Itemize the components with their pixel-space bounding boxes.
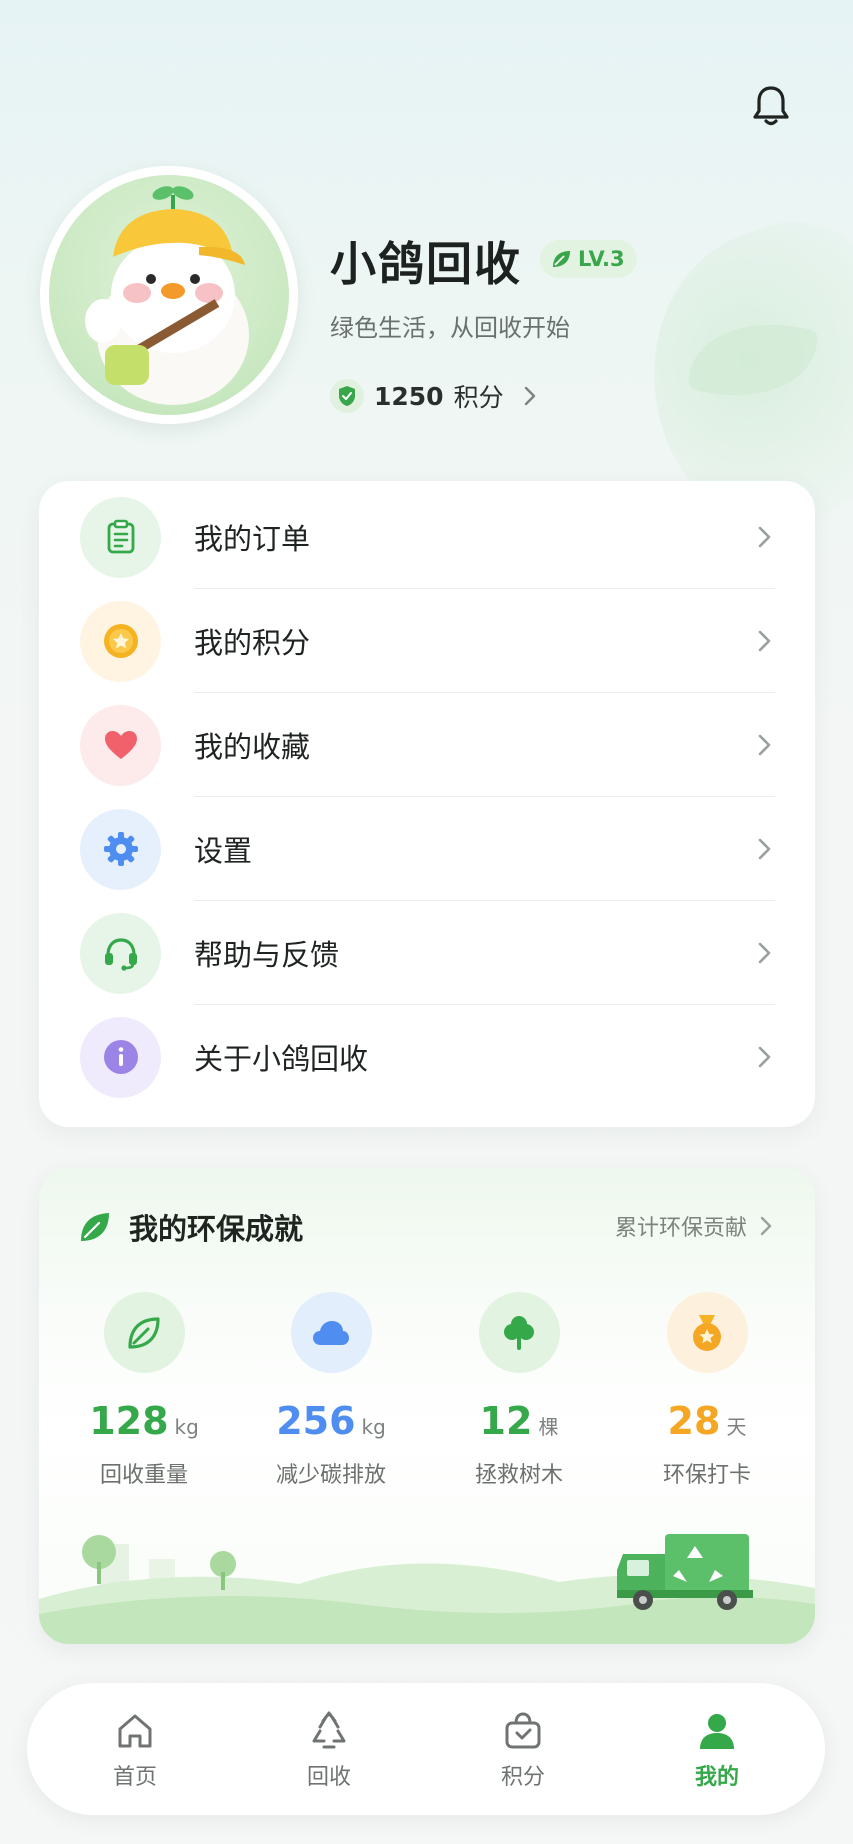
coin-star-icon [80, 600, 161, 682]
landscape-illustration [39, 1534, 815, 1644]
bottom-navigation: 首页 回收 积分 我的 [27, 1683, 825, 1815]
stat-value: 28 [667, 1399, 721, 1443]
chevron-right-icon [758, 1046, 771, 1068]
chevron-right-icon [758, 630, 771, 652]
stat-label: 拯救树木 [474, 1463, 563, 1488]
chevron-right-icon [758, 942, 771, 964]
achievements-title: 我的环保成就 [129, 1212, 304, 1246]
cumulative-contribution-label: 累计环保贡献 [614, 1216, 747, 1241]
menu-item-label: 我的订单 [194, 522, 311, 556]
stat-value: 256 [276, 1399, 356, 1443]
mascot-avatar-image [49, 175, 289, 415]
shield-icon [330, 379, 364, 413]
stat-label: 减少碳排放 [275, 1463, 386, 1488]
notification-button[interactable] [748, 82, 794, 130]
menu-item-label: 帮助与反馈 [194, 938, 340, 972]
gear-icon [80, 808, 161, 890]
leaf-icon [553, 251, 570, 267]
nav-tab-points[interactable]: 积分 [463, 1709, 583, 1791]
stat-label: 回收重量 [99, 1463, 188, 1488]
stat-recycled-weight: 128 kg 回收重量 [64, 1292, 224, 1489]
heart-icon [80, 704, 161, 786]
stat-label: 环保打卡 [662, 1463, 751, 1488]
stat-unit: 天 [726, 1415, 747, 1439]
nav-tab-label: 积分 [500, 1765, 545, 1790]
menu-item-orders[interactable]: 我的订单 [39, 485, 815, 589]
chevron-right-icon [524, 386, 535, 406]
chevron-right-icon [758, 526, 771, 548]
user-icon [657, 1709, 777, 1753]
menu-item-label: 我的积分 [194, 626, 311, 660]
menu-item-help[interactable]: 帮助与反馈 [39, 901, 815, 1005]
nav-tab-recycle[interactable]: 回收 [269, 1709, 389, 1791]
nav-tab-label: 首页 [112, 1765, 157, 1790]
stat-value: 128 [89, 1399, 169, 1443]
leaf-icon [81, 1213, 109, 1241]
profile-name: 小鸽回收 [330, 237, 522, 291]
avatar[interactable] [40, 166, 298, 424]
chevron-right-icon [760, 1216, 772, 1236]
achievements-card: 我的环保成就 累计环保贡献 128 kg 回收重量 256 kg 减少碳排放 1… [39, 1168, 815, 1644]
menu-item-label: 设置 [194, 834, 253, 868]
stat-carbon-reduction: 256 kg 减少碳排放 [251, 1292, 411, 1489]
menu-item-label: 关于小鸽回收 [194, 1042, 369, 1076]
points-summary[interactable]: 1250 积分 [330, 378, 538, 414]
cumulative-contribution-link[interactable]: 累计环保贡献 [615, 1210, 773, 1242]
headset-icon [80, 912, 161, 994]
nav-tab-mine[interactable]: 我的 [657, 1709, 777, 1791]
info-icon [80, 1016, 161, 1098]
chevron-right-icon [758, 734, 771, 756]
shopping-bag-icon [463, 1709, 583, 1753]
stat-unit: kg [174, 1415, 199, 1439]
menu-card: 我的订单 我的积分 我的收藏 设置 帮助与反馈 关于小鸽回收 [39, 481, 815, 1127]
achievements-header: 我的环保成就 [79, 1206, 303, 1248]
nav-tab-label: 我的 [694, 1765, 739, 1790]
level-badge: LV.3 [540, 240, 637, 278]
menu-item-settings[interactable]: 设置 [39, 797, 815, 901]
menu-item-favorites[interactable]: 我的收藏 [39, 693, 815, 797]
stat-unit: kg [361, 1415, 386, 1439]
stat-value: 12 [479, 1399, 533, 1443]
points-unit: 积分 [453, 383, 504, 412]
menu-item-label: 我的收藏 [194, 730, 311, 764]
stat-unit: 棵 [538, 1415, 559, 1439]
menu-item-points[interactable]: 我的积分 [39, 589, 815, 693]
home-icon [75, 1709, 195, 1753]
nav-tab-label: 回收 [306, 1765, 351, 1790]
bell-icon [753, 86, 789, 126]
chevron-right-icon [758, 838, 771, 860]
recycle-icon [269, 1709, 389, 1753]
clipboard-icon [80, 496, 161, 578]
profile-motto: 绿色生活，从回收开始 [330, 314, 570, 342]
stat-trees-saved: 12 棵 拯救树木 [439, 1292, 599, 1489]
points-value: 1250 [374, 381, 444, 411]
level-text: LV.3 [578, 247, 625, 271]
menu-item-about[interactable]: 关于小鸽回收 [39, 1005, 815, 1109]
medal-icon [666, 1292, 748, 1373]
tree-icon [478, 1292, 560, 1373]
cloud-icon [290, 1292, 372, 1373]
nav-tab-home[interactable]: 首页 [75, 1709, 195, 1791]
stat-checkin-days: 28 天 环保打卡 [627, 1292, 787, 1489]
leaf-icon [103, 1292, 185, 1373]
